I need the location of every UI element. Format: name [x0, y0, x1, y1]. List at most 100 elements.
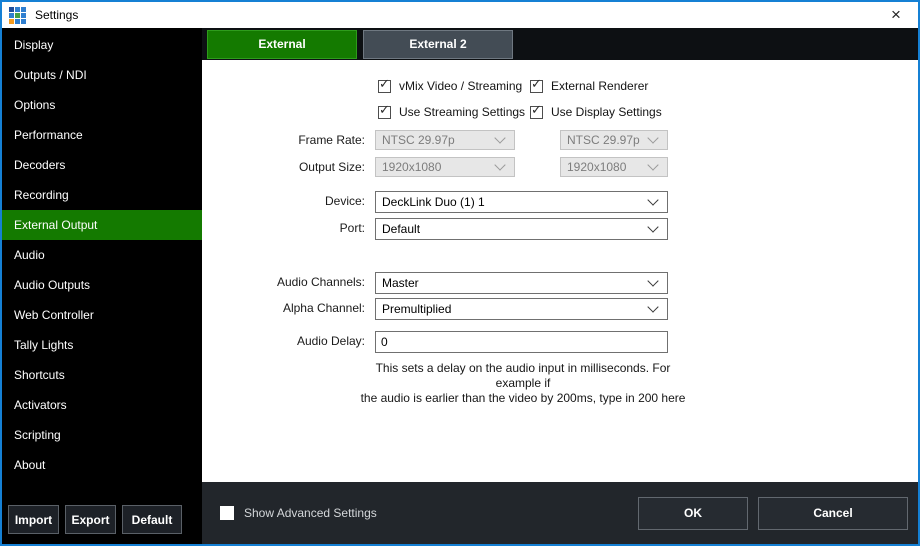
checkbox-label: vMix Video / Streaming [399, 79, 522, 93]
vmix-logo-icon [9, 7, 26, 24]
logo-square [15, 13, 20, 18]
logo-square [21, 7, 26, 12]
device-label: Device: [202, 191, 365, 211]
sidebar-item-recording[interactable]: Recording [2, 180, 202, 210]
combo-value: NTSC 29.97p [561, 133, 649, 147]
output-size-label: Output Size: [202, 157, 365, 177]
combo-value: Default [376, 222, 649, 236]
chevron-down-icon [647, 159, 658, 170]
check-icon: ✓ [379, 103, 390, 116]
sidebar-item-decoders[interactable]: Decoders [2, 150, 202, 180]
alpha-channel-row: Alpha Channel: Premultiplied [202, 298, 918, 320]
external-output-tabstrip: External External 2 [202, 28, 918, 60]
sidebar-item-audio[interactable]: Audio [2, 240, 202, 270]
combo-value: Master [376, 276, 649, 290]
frame-rate-select-1: NTSC 29.97p [375, 130, 515, 150]
checkbox-box[interactable]: ✓ [378, 106, 391, 119]
default-button[interactable]: Default [122, 505, 182, 534]
check-icon: ✓ [379, 77, 390, 90]
logo-square [9, 19, 14, 24]
audio-delay-input[interactable] [375, 331, 668, 353]
checkbox-use-streaming-settings[interactable]: ✓ Use Streaming Settings [378, 104, 525, 120]
checkbox-external-renderer[interactable]: ✓ External Renderer [530, 78, 648, 94]
checkbox-label: Show Advanced Settings [244, 506, 377, 520]
frame-rate-label: Frame Rate: [202, 130, 365, 150]
audio-delay-label: Audio Delay: [202, 331, 365, 351]
chevron-down-icon [647, 132, 658, 143]
combo-value: 1920x1080 [561, 160, 649, 174]
combo-value: DeckLink Duo (1) 1 [376, 195, 649, 209]
sidebar-item-display[interactable]: Display [2, 30, 202, 60]
checkbox-label: Use Streaming Settings [399, 105, 525, 119]
audio-channels-select[interactable]: Master [375, 272, 668, 294]
window-title: Settings [35, 8, 78, 22]
cancel-button[interactable]: Cancel [758, 497, 908, 530]
sidebar-nav: Display Outputs / NDI Options Performanc… [2, 28, 202, 480]
chevron-down-icon [494, 132, 505, 143]
logo-square [9, 13, 14, 18]
tab-external-2[interactable]: External 2 [363, 30, 513, 59]
title-bar: Settings × [2, 2, 918, 28]
logo-square [15, 19, 20, 24]
alpha-channel-label: Alpha Channel: [202, 298, 365, 318]
port-row: Port: Default [202, 218, 918, 240]
checkbox-box[interactable]: ✓ [530, 80, 543, 93]
show-advanced-checkbox[interactable]: Show Advanced Settings [220, 506, 377, 520]
output-size-row: Output Size: 1920x1080 1920x1080 [202, 157, 918, 179]
sidebar-item-web-controller[interactable]: Web Controller [2, 300, 202, 330]
sidebar-item-options[interactable]: Options [2, 90, 202, 120]
checkbox-box[interactable] [220, 506, 234, 520]
sidebar-button-row: Import Export Default [2, 505, 202, 544]
sidebar-item-tally-lights[interactable]: Tally Lights [2, 330, 202, 360]
help-line: This sets a delay on the audio input in … [352, 361, 694, 391]
sidebar-item-performance[interactable]: Performance [2, 120, 202, 150]
audio-channels-row: Audio Channels: Master [202, 272, 918, 294]
device-select[interactable]: DeckLink Duo (1) 1 [375, 191, 668, 213]
logo-square [21, 19, 26, 24]
port-label: Port: [202, 218, 365, 238]
audio-delay-row: Audio Delay: [202, 331, 918, 353]
device-row: Device: DeckLink Duo (1) 1 [202, 191, 918, 213]
checkbox-box[interactable]: ✓ [378, 80, 391, 93]
close-icon[interactable]: × [880, 2, 912, 28]
output-size-select-1: 1920x1080 [375, 157, 515, 177]
logo-square [9, 7, 14, 12]
combo-value: 1920x1080 [376, 160, 496, 174]
checkbox-label: Use Display Settings [551, 105, 662, 119]
port-select[interactable]: Default [375, 218, 668, 240]
sidebar-item-shortcuts[interactable]: Shortcuts [2, 360, 202, 390]
logo-square [15, 7, 20, 12]
frame-rate-row: Frame Rate: NTSC 29.97p NTSC 29.97p [202, 130, 918, 152]
settings-window: Settings × Display Outputs / NDI Options… [0, 0, 920, 546]
sidebar-item-about[interactable]: About [2, 450, 202, 480]
checkbox-box[interactable]: ✓ [530, 106, 543, 119]
help-line: the audio is earlier than the video by 2… [352, 391, 694, 406]
output-size-select-2: 1920x1080 [560, 157, 668, 177]
chevron-down-icon [647, 275, 658, 286]
export-button[interactable]: Export [65, 505, 116, 534]
ok-button[interactable]: OK [638, 497, 748, 530]
checkbox-label: External Renderer [551, 79, 648, 93]
chevron-down-icon [647, 194, 658, 205]
sidebar-item-activators[interactable]: Activators [2, 390, 202, 420]
sidebar-item-scripting[interactable]: Scripting [2, 420, 202, 450]
settings-sidebar: Display Outputs / NDI Options Performanc… [2, 28, 202, 544]
check-icon: ✓ [531, 77, 542, 90]
sidebar-item-external-output[interactable]: External Output [2, 210, 202, 240]
combo-value: NTSC 29.97p [376, 133, 496, 147]
sidebar-item-outputs-ndi[interactable]: Outputs / NDI [2, 60, 202, 90]
checkbox-vmix-video-streaming[interactable]: ✓ vMix Video / Streaming [378, 78, 522, 94]
chevron-down-icon [647, 221, 658, 232]
checkbox-use-display-settings[interactable]: ✓ Use Display Settings [530, 104, 662, 120]
audio-channels-label: Audio Channels: [202, 272, 365, 292]
audio-delay-help: This sets a delay on the audio input in … [352, 361, 694, 406]
frame-rate-select-2: NTSC 29.97p [560, 130, 668, 150]
footer-bar: Show Advanced Settings OK Cancel [202, 482, 918, 544]
alpha-channel-select[interactable]: Premultiplied [375, 298, 668, 320]
import-button[interactable]: Import [8, 505, 59, 534]
sidebar-item-audio-outputs[interactable]: Audio Outputs [2, 270, 202, 300]
tab-external[interactable]: External [207, 30, 357, 59]
check-icon: ✓ [531, 103, 542, 116]
chevron-down-icon [494, 159, 505, 170]
combo-value: Premultiplied [376, 302, 649, 316]
